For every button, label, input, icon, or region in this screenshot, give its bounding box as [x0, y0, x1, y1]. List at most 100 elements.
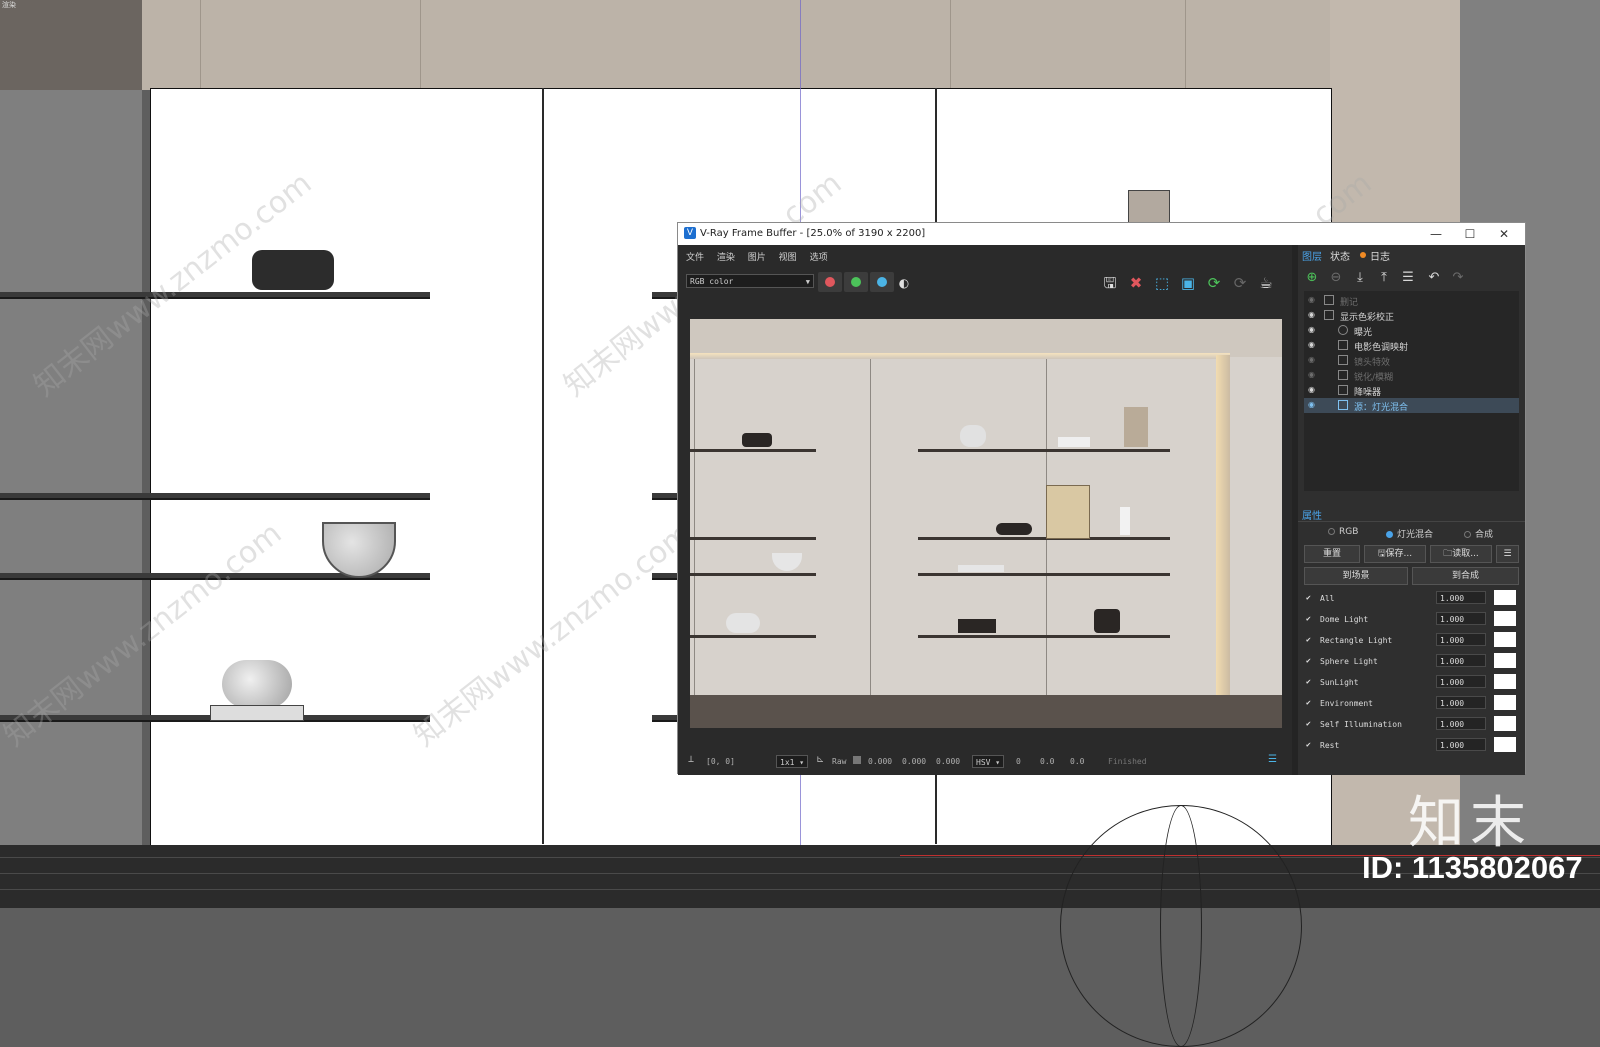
eye-icon[interactable]: ◉: [1308, 295, 1315, 304]
channel-select[interactable]: RGB color ▼: [686, 274, 814, 288]
track-mouse-icon[interactable]: ▣: [1178, 273, 1198, 293]
rendered-image[interactable]: [690, 319, 1282, 728]
menu-options[interactable]: 选项: [810, 253, 828, 263]
eye-icon[interactable]: ◉: [1308, 355, 1315, 364]
window-titlebar[interactable]: V V-Ray Frame Buffer - [25.0% of 3190 x …: [678, 223, 1525, 245]
check-icon[interactable]: ✔: [1306, 677, 1315, 686]
minimize-button[interactable]: —: [1419, 223, 1453, 245]
lightmix-value-input[interactable]: 1.000: [1436, 738, 1486, 751]
to-composite-button[interactable]: 到合成: [1412, 567, 1519, 585]
undo-icon[interactable]: ↶: [1424, 269, 1444, 287]
menu-file[interactable]: 文件: [686, 253, 704, 263]
source-option-lightmix[interactable]: 灯光混合: [1386, 527, 1433, 540]
layer-label: 曝光: [1354, 328, 1373, 338]
reset-button[interactable]: 重置: [1304, 545, 1360, 563]
lightmix-value-input[interactable]: 1.000: [1436, 717, 1486, 730]
zoom-select[interactable]: 1x1 ▾: [776, 755, 809, 768]
save-button[interactable]: 🖫保存...: [1364, 545, 1426, 563]
maximize-button[interactable]: ☐: [1453, 223, 1487, 245]
alpha-channel-icon[interactable]: ◐: [894, 273, 914, 293]
clear-image-icon[interactable]: ✖: [1126, 273, 1146, 293]
tab-stats[interactable]: 状态: [1330, 248, 1350, 263]
viewport-knot-sculpture: [222, 660, 292, 708]
layer-row[interactable]: ◉ 曝光: [1304, 323, 1519, 338]
check-icon[interactable]: ✔: [1306, 698, 1315, 707]
layer-row[interactable]: ◉ 显示色彩校正: [1304, 308, 1519, 323]
lightmix-value-input[interactable]: 1.000: [1436, 591, 1486, 604]
eye-icon[interactable]: ◉: [1308, 310, 1315, 319]
layer-list-icon[interactable]: ☰: [1398, 269, 1418, 287]
to-scene-button[interactable]: 到场景: [1304, 567, 1408, 585]
check-icon[interactable]: ✔: [1306, 656, 1315, 665]
lightmix-color-swatch[interactable]: [1494, 716, 1516, 731]
lightmix-color-swatch[interactable]: [1494, 653, 1516, 668]
save-image-icon[interactable]: 🖫: [1100, 273, 1120, 293]
check-icon[interactable]: ✔: [1306, 635, 1315, 644]
panel-toggle-icon[interactable]: ☰: [1268, 754, 1277, 765]
eye-icon[interactable]: ◉: [1308, 385, 1315, 394]
stop-render-icon[interactable]: ⟳: [1230, 273, 1250, 293]
eye-icon[interactable]: ◉: [1308, 370, 1315, 379]
lightmix-value-input[interactable]: 1.000: [1436, 654, 1486, 667]
close-button[interactable]: ✕: [1487, 223, 1521, 245]
layer-row[interactable]: ◉ 源：灯光混合: [1304, 398, 1519, 413]
check-icon[interactable]: ✔: [1306, 614, 1315, 623]
lightmix-row: ✔ Self Illumination 1.000: [1304, 715, 1519, 733]
lightmix-color-swatch[interactable]: [1494, 611, 1516, 626]
layer-tree: ◉ 删记 ◉ 显示色彩校正 ◉ 曝光 ◉ 电影色调映射 ◉ 镜头特效 ◉ 锐化/…: [1304, 291, 1519, 491]
lightmix-value-input[interactable]: 1.000: [1436, 696, 1486, 709]
delete-layer-icon[interactable]: ⊖: [1326, 269, 1346, 287]
load-layers-icon[interactable]: ⤒: [1374, 269, 1394, 287]
region-render-icon[interactable]: ⬚: [1152, 273, 1172, 293]
render-status: Finished: [1108, 757, 1147, 766]
tab-layers[interactable]: 图层: [1302, 248, 1322, 263]
lightmix-value-input[interactable]: 1.000: [1436, 675, 1486, 688]
render-shelf: [918, 537, 1170, 540]
blue-channel-button[interactable]: [870, 272, 894, 292]
green-channel-button[interactable]: [844, 272, 868, 292]
layer-row[interactable]: ◉ 镜头特效: [1304, 353, 1519, 368]
check-icon[interactable]: ✔: [1306, 593, 1315, 602]
list-icon: ☰: [1503, 549, 1512, 559]
lightmix-color-swatch[interactable]: [1494, 737, 1516, 752]
lock-icon[interactable]: ⊥: [688, 754, 694, 765]
menu-view[interactable]: 视图: [779, 253, 797, 263]
check-icon[interactable]: ✔: [1306, 740, 1315, 749]
lightmix-color-swatch[interactable]: [1494, 674, 1516, 689]
lightmix-color-swatch[interactable]: [1494, 632, 1516, 647]
save-layers-icon[interactable]: ⤓: [1350, 269, 1370, 287]
color-mode-select[interactable]: HSV ▾: [972, 755, 1005, 768]
tab-log[interactable]: 日志: [1370, 248, 1390, 263]
lightmix-value-input[interactable]: 1.000: [1436, 612, 1486, 625]
sharpen-icon: [1338, 370, 1348, 380]
source-option-rgb[interactable]: RGB: [1328, 527, 1358, 537]
viewport-vase: [252, 250, 334, 290]
menu-image[interactable]: 图片: [748, 253, 766, 263]
layer-row[interactable]: ◉ 降噪器: [1304, 383, 1519, 398]
eye-icon[interactable]: ◉: [1308, 400, 1315, 409]
raw-label: Raw: [832, 757, 847, 766]
render-book-cover: [1046, 485, 1090, 539]
check-icon[interactable]: ✔: [1306, 719, 1315, 728]
layer-row[interactable]: ◉ 锐化/模糊: [1304, 368, 1519, 383]
render-teapot-icon[interactable]: ☕: [1256, 273, 1276, 293]
lightmix-color-swatch[interactable]: [1494, 590, 1516, 605]
add-layer-icon[interactable]: ⊕: [1302, 269, 1322, 287]
eye-icon[interactable]: ◉: [1308, 325, 1315, 334]
light-mix-icon: [1338, 400, 1348, 410]
redo-icon[interactable]: ↷: [1448, 269, 1468, 287]
lightmix-name: Sphere Light: [1320, 657, 1378, 666]
source-option-composite[interactable]: 合成: [1464, 527, 1493, 540]
lightmix-color-swatch[interactable]: [1494, 695, 1516, 710]
options-list-button[interactable]: ☰: [1496, 545, 1519, 563]
color-picker-icon[interactable]: ⊾: [816, 754, 824, 765]
menu-render[interactable]: 渲染: [717, 253, 735, 263]
layer-row[interactable]: ◉ 删记: [1304, 293, 1519, 308]
red-channel-button[interactable]: [818, 272, 842, 292]
lightmix-value-input[interactable]: 1.000: [1436, 633, 1486, 646]
layer-row[interactable]: ◉ 电影色调映射: [1304, 338, 1519, 353]
viewport-light-globe-meridian: [1160, 805, 1202, 1047]
eye-icon[interactable]: ◉: [1308, 340, 1315, 349]
interactive-render-icon[interactable]: ⟳: [1204, 273, 1224, 293]
load-button[interactable]: 🗀读取...: [1430, 545, 1492, 563]
